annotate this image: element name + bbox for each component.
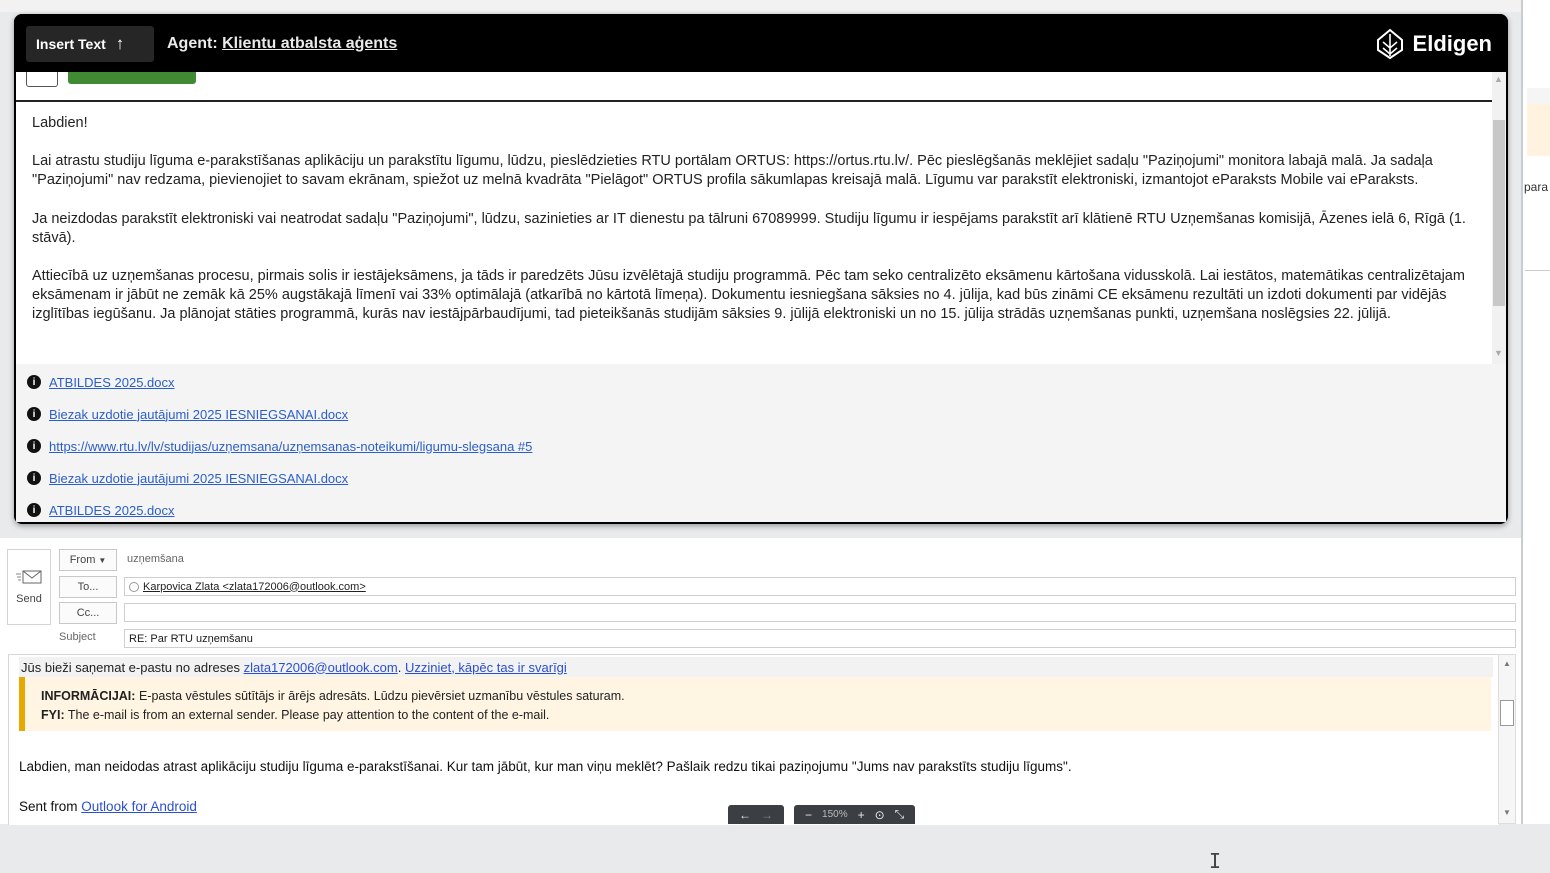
scroll-down-icon[interactable]: ▼	[1503, 808, 1511, 817]
insert-text-label: Insert Text	[36, 36, 106, 52]
brand-name: Eldigen	[1412, 31, 1492, 56]
history-controls: ← →	[728, 805, 784, 824]
recipient-chip[interactable]: Karpovica Zlata <zlata172006@outlook.com…	[143, 581, 366, 593]
email-body[interactable]: Jūs bieži saņemat e-pastu no adreses zla…	[8, 654, 1500, 873]
agent-response-area: Labdien! Lai atrastu studiju līguma e-pa…	[16, 72, 1506, 522]
info-icon: i	[27, 407, 41, 421]
from-label: From	[69, 554, 96, 566]
send-button[interactable]: Send	[7, 549, 51, 625]
source-item: i ATBILDES 2025.docx	[27, 500, 175, 520]
zoom-reset-icon[interactable]: ⊙	[875, 808, 885, 822]
send-label: Send	[16, 593, 42, 605]
source-link[interactable]: https://www.rtu.lv/lv/studijas/uzņemsana…	[49, 439, 532, 454]
insert-text-button[interactable]: Insert Text ↑	[26, 26, 154, 62]
signature: Sent from Outlook for Android	[19, 799, 197, 814]
notice-lv-label: INFORMĀCIJAI:	[41, 689, 136, 703]
to-field[interactable]: Karpovica Zlata <zlata172006@outlook.com…	[124, 577, 1516, 596]
presence-icon	[129, 581, 139, 592]
chevron-down-icon: ▼	[98, 555, 107, 565]
email-compose: Send From ▼ uzņemšana To... Karpovica Zl…	[0, 538, 1521, 873]
warning-prefix: Jūs bieži saņemat e-pastu no adreses	[21, 659, 240, 675]
info-icon: i	[27, 439, 41, 453]
source-link[interactable]: Biezak uzdotie jautājumi 2025 IESNIEGSAN…	[49, 407, 348, 422]
sent-from-prefix: Sent from	[19, 799, 78, 814]
response-greeting: Labdien!	[32, 115, 88, 131]
cc-button[interactable]: Cc...	[59, 602, 117, 624]
agent-response-text: Labdien! Lai atrastu studiju līguma e-pa…	[32, 114, 1472, 344]
source-item: i Biezak uzdotie jautājumi 2025 IESNIEGS…	[27, 404, 348, 424]
background-window-edge: para	[1521, 0, 1550, 824]
info-icon: i	[27, 471, 41, 485]
scroll-down-icon[interactable]: ▼	[1494, 348, 1503, 358]
source-item: i ATBILDES 2025.docx	[27, 372, 175, 392]
frequent-sender-banner: Jūs bieži saņemat e-pastu no adreses zla…	[19, 657, 1493, 677]
source-list: i ATBILDES 2025.docx i Biezak uzdotie ja…	[16, 364, 1506, 522]
cc-label: Cc...	[76, 607, 100, 619]
subject-label: Subject	[59, 631, 96, 643]
window-top-strip	[0, 0, 1524, 12]
zoom-controls: − 150% + ⊙ ⤡	[794, 805, 916, 824]
arrow-up-icon: ↑	[115, 34, 125, 53]
source-item: i https://www.rtu.lv/lv/studijas/uzņemsa…	[27, 436, 532, 456]
source-link[interactable]: Biezak uzdotie jautājumi 2025 IESNIEGSAN…	[49, 471, 348, 486]
response-paragraph: Lai atrastu studiju līguma e-parakstīšan…	[32, 153, 1433, 189]
external-sender-notice: INFORMĀCIJAI: E-pasta vēstules sūtītājs …	[19, 677, 1491, 731]
back-arrow-icon[interactable]: ←	[739, 808, 751, 822]
scroll-up-icon[interactable]: ▲	[1503, 659, 1511, 668]
send-envelope-icon	[16, 570, 42, 584]
notice-en-label: FYI:	[41, 708, 65, 722]
to-button[interactable]: To...	[59, 576, 117, 598]
zoom-in-icon[interactable]: +	[858, 808, 865, 822]
notice-en-text: The e-mail is from an external sender. P…	[67, 708, 550, 722]
agent-selector[interactable]: Agent: Klientu atbalsta aģents	[167, 35, 397, 53]
info-icon: i	[27, 375, 41, 389]
to-label: To...	[77, 581, 99, 593]
response-scrollbar-thumb[interactable]	[1493, 120, 1505, 306]
from-button[interactable]: From ▼	[59, 549, 117, 571]
background-window-text: para	[1524, 180, 1549, 194]
subject-value: RE: Par RTU uzņemšanu	[129, 632, 253, 645]
learn-why-link[interactable]: Uzziniet, kāpēc tas ir svarīgi	[405, 660, 567, 675]
source-link[interactable]: ATBILDES 2025.docx	[49, 503, 175, 518]
email-body-scrollbar-thumb[interactable]	[1500, 700, 1514, 726]
response-paragraph: Ja neizdodas parakstīt elektroniski vai …	[32, 210, 1466, 246]
agent-prefix: Agent:	[167, 35, 218, 52]
sender-email-link[interactable]: zlata172006@outlook.com	[244, 660, 398, 675]
leaf-logo-icon	[1376, 28, 1403, 60]
outlook-android-link[interactable]: Outlook for Android	[81, 799, 197, 814]
info-icon: i	[27, 503, 41, 517]
subject-field[interactable]: RE: Par RTU uzņemšanu	[124, 629, 1516, 648]
source-item: i Biezak uzdotie jautājumi 2025 IESNIEGS…	[27, 468, 348, 488]
notice-lv-text: E-pasta vēstules sūtītājs ir ārējs adres…	[138, 689, 625, 703]
brand-logo: Eldigen	[1375, 28, 1492, 60]
scroll-up-icon[interactable]: ▲	[1494, 74, 1503, 84]
collapse-icon[interactable]: ⤡	[895, 807, 905, 822]
quoted-message-text: Labdien, man neidodas atrast aplikāciju …	[19, 759, 1072, 774]
cc-field[interactable]	[124, 603, 1516, 622]
topic-tag[interactable]	[68, 72, 196, 84]
zoom-level: 150%	[822, 809, 848, 820]
from-value: uzņemšana	[127, 553, 184, 565]
response-paragraph: Attiecībā uz uzņemšanas procesu, pirmais…	[32, 268, 1465, 323]
forward-arrow-icon[interactable]: →	[761, 808, 773, 822]
zoom-out-icon[interactable]: −	[805, 808, 812, 822]
source-link[interactable]: ATBILDES 2025.docx	[49, 375, 175, 390]
add-tag-button[interactable]	[26, 72, 58, 87]
email-body-scrollbar[interactable]	[1498, 654, 1516, 824]
agent-name: Klientu atbalsta aģents	[222, 35, 398, 52]
agent-panel-header: Insert Text ↑ Agent: Klientu atbalsta aģ…	[14, 14, 1508, 72]
text-cursor-icon: I	[1209, 849, 1222, 873]
agent-panel: Insert Text ↑ Agent: Klientu atbalsta aģ…	[14, 14, 1508, 524]
viewer-zoom-toolbar: ← → − 150% + ⊙ ⤡	[728, 805, 925, 824]
